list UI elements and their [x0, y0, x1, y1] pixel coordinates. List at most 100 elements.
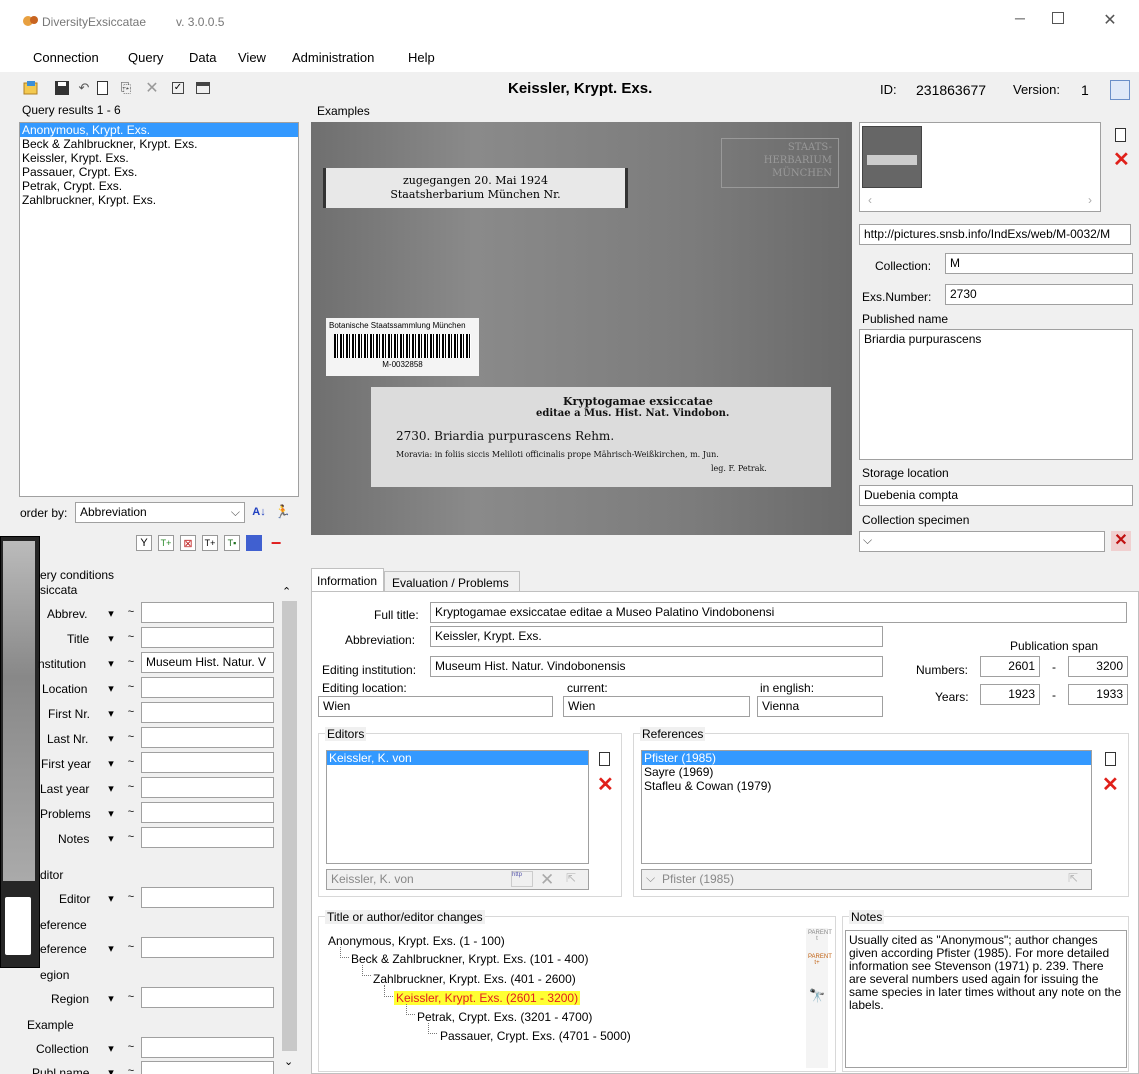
years-from-field[interactable]: 1923 — [980, 684, 1040, 705]
query-input[interactable] — [141, 627, 274, 648]
storage-location-field[interactable]: Duebenia compta — [859, 485, 1133, 506]
query-results-list[interactable]: Anonymous, Krypt. Exs. Beck & Zahlbruckn… — [19, 122, 299, 497]
reference-input[interactable]: ⌵ Pfister (1985) — [641, 869, 1092, 890]
editor-open-icon[interactable]: ⇱ — [566, 871, 576, 885]
undo-icon[interactable]: ↶ — [76, 80, 92, 96]
operator-dropdown[interactable]: ▾ — [104, 729, 118, 749]
editor-remove-icon[interactable]: ✕ — [540, 870, 554, 890]
new-reference-icon[interactable] — [1105, 752, 1117, 767]
numbers-from-field[interactable]: 2601 — [980, 656, 1040, 677]
operator-dropdown[interactable]: ▾ — [104, 629, 118, 649]
scroll-left-icon[interactable]: ‹ — [868, 193, 872, 207]
operator-tilde[interactable]: ~ — [124, 627, 138, 647]
exs-number-field[interactable]: 2730 — [945, 284, 1133, 305]
query-input[interactable] — [141, 802, 274, 823]
operator-dropdown[interactable]: ▾ — [104, 939, 118, 959]
sort-icon[interactable]: A↓ — [251, 504, 267, 520]
delete-reference-icon[interactable]: ✕ — [1102, 775, 1119, 795]
operator-tilde[interactable]: ~ — [124, 937, 138, 957]
minus-icon[interactable]: − — [268, 533, 284, 553]
list-item[interactable]: Pfister (1985) — [642, 751, 1091, 765]
operator-dropdown[interactable]: ▾ — [104, 604, 118, 624]
collection-field[interactable]: M — [945, 253, 1133, 274]
tree-node[interactable]: Beck & Zahlbruckner, Krypt. Exs. (101 - … — [351, 952, 588, 966]
operator-dropdown[interactable]: ▾ — [104, 679, 118, 699]
query-input[interactable] — [141, 827, 274, 848]
abbreviation-field[interactable]: Keissler, Krypt. Exs. — [430, 626, 883, 647]
editor-query-input[interactable] — [141, 887, 274, 908]
operator-dropdown[interactable]: ▾ — [104, 889, 118, 909]
delete-example-icon[interactable]: ✕ — [1113, 150, 1130, 170]
query-input[interactable] — [141, 727, 274, 748]
tree-node[interactable]: Petrak, Crypt. Exs. (3201 - 4700) — [417, 1010, 592, 1024]
reference-open-icon[interactable]: ⇱ — [1068, 871, 1078, 885]
new-example-icon[interactable] — [1115, 128, 1129, 144]
numbers-to-field[interactable]: 3200 — [1068, 656, 1128, 677]
list-item[interactable]: Anonymous, Krypt. Exs. — [20, 123, 298, 137]
new-document-icon[interactable] — [95, 80, 111, 96]
scroll-right-icon[interactable]: › — [1088, 193, 1092, 207]
new-editor-icon[interactable] — [599, 752, 611, 767]
filter-add-icon[interactable]: T+ — [158, 535, 174, 551]
editors-list[interactable]: Keissler, K. von — [326, 750, 589, 864]
close-button[interactable]: ✕ — [1100, 10, 1120, 30]
region-query-input[interactable] — [141, 987, 274, 1008]
menu-data[interactable]: Data — [189, 50, 216, 65]
list-item[interactable]: Stafleu & Cowan (1979) — [642, 779, 1091, 793]
operator-dropdown[interactable]: ▾ — [104, 704, 118, 724]
filter-copy-icon[interactable]: T+ — [202, 535, 218, 551]
thumbnail-image[interactable] — [862, 126, 922, 188]
menu-help[interactable]: Help — [408, 50, 435, 65]
operator-tilde[interactable]: ~ — [124, 777, 138, 797]
operator-tilde[interactable]: ~ — [124, 652, 138, 672]
operator-dropdown[interactable]: ▾ — [104, 989, 118, 1009]
editing-institution-field[interactable]: Museum Hist. Natur. Vindobonensis — [430, 656, 883, 677]
delete-editor-icon[interactable]: ✕ — [597, 775, 614, 795]
operator-dropdown[interactable]: ▾ — [104, 1039, 118, 1059]
scroll-down-icon[interactable]: ⌄ — [284, 1055, 293, 1068]
operator-dropdown[interactable]: ▾ — [104, 804, 118, 824]
checkbox-icon[interactable]: ✓ — [170, 80, 186, 96]
operator-tilde[interactable]: ~ — [124, 727, 138, 747]
operator-dropdown[interactable]: ▾ — [104, 654, 118, 674]
remove-specimen-icon[interactable]: ✕ — [1111, 531, 1131, 551]
operator-tilde[interactable]: ~ — [124, 677, 138, 697]
publ-name-query-input[interactable] — [141, 1061, 274, 1074]
query-input[interactable] — [141, 602, 274, 623]
maximize-button[interactable] — [1052, 12, 1064, 24]
tree-node[interactable]: Anonymous, Krypt. Exs. (1 - 100) — [328, 934, 505, 948]
url-field[interactable]: http://pictures.snsb.info/IndExs/web/M-0… — [859, 224, 1131, 245]
tree-node[interactable]: Passauer, Crypt. Exs. (4701 - 5000) — [440, 1029, 631, 1043]
menu-view[interactable]: View — [238, 50, 266, 65]
filter-clear-icon[interactable]: T▪ — [224, 535, 240, 551]
operator-dropdown[interactable]: ▾ — [104, 829, 118, 849]
tab-evaluation[interactable]: Evaluation / Problems — [384, 571, 520, 592]
list-item[interactable]: Zahlbruckner, Krypt. Exs. — [20, 193, 298, 207]
editing-location-field[interactable]: Wien — [318, 696, 553, 717]
menu-query[interactable]: Query — [128, 50, 163, 65]
save-icon[interactable] — [54, 80, 70, 96]
operator-tilde[interactable]: ~ — [124, 1037, 138, 1057]
collapse-icon[interactable]: ⌃ — [282, 585, 291, 598]
tree-node[interactable]: Keissler, Krypt. Exs. (2601 - 3200) — [394, 991, 581, 1005]
filter-icon[interactable]: Y — [136, 535, 152, 551]
tab-information[interactable]: Information — [311, 568, 384, 592]
operator-tilde[interactable]: ~ — [124, 887, 138, 907]
panel-icon[interactable] — [195, 80, 211, 96]
query-input[interactable] — [141, 677, 274, 698]
menu-connection[interactable]: Connection — [33, 50, 99, 65]
binoculars-icon[interactable]: 🔭 — [809, 988, 825, 1004]
run-icon[interactable]: 🏃 — [275, 504, 291, 520]
query-input[interactable]: Museum Hist. Natur. V — [141, 652, 274, 673]
query-input[interactable] — [141, 702, 274, 723]
full-title-field[interactable]: Kryptogamae exsiccatae editae a Museo Pa… — [430, 602, 1127, 623]
references-list[interactable]: Pfister (1985) Sayre (1969) Stafleu & Co… — [641, 750, 1092, 864]
delete-icon[interactable]: ✕ — [144, 80, 160, 97]
copy-icon[interactable]: ⎘ — [118, 80, 134, 96]
published-name-field[interactable]: Briardia purpurascens — [859, 329, 1133, 460]
order-by-select[interactable]: Abbreviation ⌵ — [75, 502, 245, 523]
editor-link-icon[interactable]: http — [511, 871, 533, 887]
current-location-field[interactable]: Wien — [563, 696, 750, 717]
years-to-field[interactable]: 1933 — [1068, 684, 1128, 705]
query-input[interactable] — [141, 777, 274, 798]
